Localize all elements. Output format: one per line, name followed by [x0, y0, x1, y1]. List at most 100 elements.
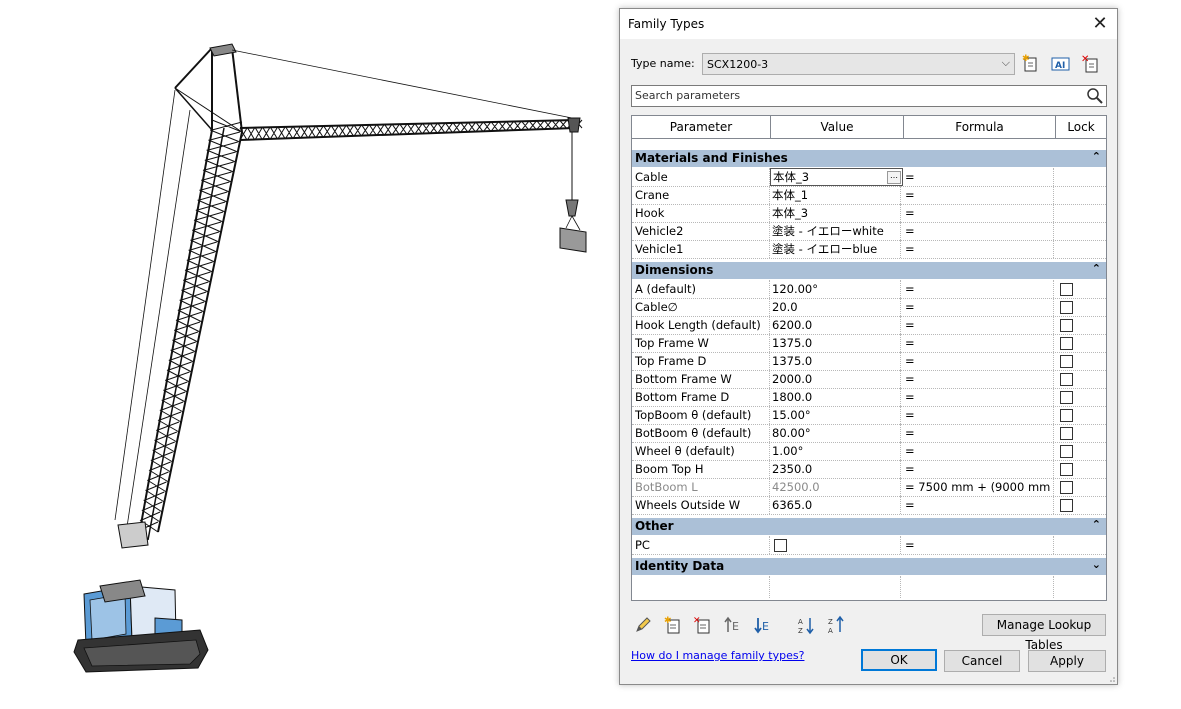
cancel-button[interactable]: Cancel	[944, 650, 1020, 672]
search-parameters-input[interactable]: Search parameters	[631, 85, 1107, 107]
param-row[interactable]: Bottom Frame D 1800.0 =	[632, 388, 1106, 407]
lock-checkbox[interactable]	[1060, 355, 1073, 368]
expand-chevron-icon[interactable]: ⌄	[1092, 558, 1101, 571]
param-formula[interactable]: =	[904, 222, 1054, 240]
param-row-calculated[interactable]: BotBoom L 42500.0 = 7500 mm + (9000 mm *…	[632, 478, 1106, 497]
delete-type-icon[interactable]: ✕	[1080, 53, 1102, 75]
param-row[interactable]: Hook 本体_3 =	[632, 204, 1106, 223]
param-value[interactable]: 塗装 - イエローblue	[770, 240, 901, 258]
column-header-formula[interactable]: Formula	[904, 116, 1056, 138]
param-value[interactable]: 15.00°	[770, 406, 901, 424]
lock-checkbox[interactable]	[1060, 337, 1073, 350]
lock-checkbox[interactable]	[1060, 445, 1073, 458]
browse-ellipsis-icon[interactable]: …	[887, 171, 901, 184]
column-header-parameter[interactable]: Parameter	[632, 116, 771, 138]
param-row[interactable]: A (default) 120.00° =	[632, 280, 1106, 299]
param-formula[interactable]: =	[904, 280, 1054, 298]
pc-checkbox[interactable]	[774, 539, 787, 552]
lock-checkbox[interactable]	[1060, 463, 1073, 476]
param-value[interactable]: 1800.0	[770, 388, 901, 406]
param-row[interactable]: PC =	[632, 536, 1106, 555]
param-value[interactable]: 80.00°	[770, 424, 901, 442]
delete-parameter-icon[interactable]: ✕	[693, 615, 713, 635]
param-value[interactable]: 20.0	[770, 298, 901, 316]
param-row[interactable]: Wheel θ (default) 1.00° =	[632, 442, 1106, 461]
value-cell-selected[interactable]: 本体_3 …	[770, 168, 903, 186]
param-value[interactable]: 6200.0	[770, 316, 901, 334]
param-value[interactable]: 塗装 - イエローwhite	[770, 222, 901, 240]
resize-grip-icon[interactable]	[1107, 674, 1115, 682]
lock-checkbox[interactable]	[1060, 427, 1073, 440]
lock-checkbox[interactable]	[1060, 391, 1073, 404]
param-value[interactable]: 1375.0	[770, 352, 901, 370]
move-up-icon[interactable]: E	[723, 615, 743, 635]
new-type-icon[interactable]: ✱	[1020, 53, 1042, 75]
param-formula[interactable]: =	[904, 424, 1054, 442]
param-formula[interactable]: =	[904, 460, 1054, 478]
param-row[interactable]: Wheels Outside W 6365.0 =	[632, 496, 1106, 515]
group-materials-and-finishes[interactable]: Materials and Finishes ⌃	[632, 150, 1106, 167]
group-dimensions[interactable]: Dimensions ⌃	[632, 262, 1106, 279]
param-row[interactable]: Vehicle1 塗装 - イエローblue =	[632, 240, 1106, 259]
lock-checkbox[interactable]	[1060, 301, 1073, 314]
param-value[interactable]: 2000.0	[770, 370, 901, 388]
param-value[interactable]: 1.00°	[770, 442, 901, 460]
param-value[interactable]: 本体_1	[770, 186, 901, 204]
collapse-chevron-icon[interactable]: ⌃	[1092, 518, 1101, 531]
param-row[interactable]: Boom Top H 2350.0 =	[632, 460, 1106, 479]
param-value[interactable]: 2350.0	[770, 460, 901, 478]
param-row[interactable]: Hook Length (default) 6200.0 =	[632, 316, 1106, 335]
ok-button[interactable]: OK	[861, 649, 937, 671]
column-header-lock[interactable]: Lock	[1056, 116, 1106, 138]
apply-button[interactable]: Apply	[1028, 650, 1106, 672]
param-row[interactable]: Bottom Frame W 2000.0 =	[632, 370, 1106, 389]
param-value[interactable]: 6365.0	[770, 496, 901, 514]
sort-descending-icon[interactable]: ZA	[827, 615, 847, 635]
lock-checkbox[interactable]	[1060, 481, 1073, 494]
param-formula[interactable]: =	[904, 334, 1054, 352]
collapse-chevron-icon[interactable]: ⌃	[1092, 150, 1101, 163]
param-value[interactable]: 120.00°	[770, 280, 901, 298]
param-formula[interactable]: =	[904, 496, 1054, 514]
param-formula[interactable]: =	[904, 388, 1054, 406]
param-row[interactable]: Crane 本体_1 =	[632, 186, 1106, 205]
close-icon[interactable]: ✕	[1089, 13, 1111, 35]
param-formula[interactable]: = 7500 mm + (9000 mm * 3)	[904, 478, 1054, 496]
param-formula[interactable]: =	[904, 406, 1054, 424]
manage-lookup-tables-button[interactable]: Manage Lookup Tables	[982, 614, 1106, 652]
lock-checkbox[interactable]	[1060, 409, 1073, 422]
param-row[interactable]: Top Frame W 1375.0 =	[632, 334, 1106, 353]
param-value[interactable]: 1375.0	[770, 334, 901, 352]
move-down-icon[interactable]: E	[753, 615, 773, 635]
rename-type-icon[interactable]: AI	[1050, 53, 1072, 75]
param-formula[interactable]: =	[904, 204, 1054, 222]
param-value[interactable]: 本体_3	[770, 204, 901, 222]
lock-checkbox[interactable]	[1060, 499, 1073, 512]
param-formula[interactable]: =	[904, 536, 1054, 554]
sort-ascending-icon[interactable]: AZ	[797, 615, 817, 635]
lock-checkbox[interactable]	[1060, 319, 1073, 332]
param-row[interactable]: Cable∅ 20.0 =	[632, 298, 1106, 317]
group-identity-data[interactable]: Identity Data ⌄	[632, 558, 1106, 575]
param-formula[interactable]: =	[904, 442, 1054, 460]
type-name-dropdown[interactable]: SCX1200-3 ⌵	[702, 53, 1015, 75]
search-icon[interactable]	[1086, 87, 1104, 105]
help-link[interactable]: How do I manage family types?	[631, 649, 804, 662]
param-formula[interactable]: =	[904, 352, 1054, 370]
param-formula[interactable]: =	[904, 370, 1054, 388]
param-row[interactable]: Cable 本体_3 … =	[632, 168, 1106, 187]
param-formula[interactable]: =	[904, 186, 1054, 204]
param-row[interactable]: Top Frame D 1375.0 =	[632, 352, 1106, 371]
param-formula[interactable]: =	[904, 298, 1054, 316]
column-header-value[interactable]: Value	[771, 116, 904, 138]
param-formula[interactable]: =	[904, 240, 1054, 258]
param-formula[interactable]: =	[904, 168, 1054, 186]
group-other[interactable]: Other ⌃	[632, 518, 1106, 535]
param-formula[interactable]: =	[904, 316, 1054, 334]
new-parameter-icon[interactable]: ✱	[663, 615, 683, 635]
collapse-chevron-icon[interactable]: ⌃	[1092, 262, 1101, 275]
param-row[interactable]: BotBoom θ (default) 80.00° =	[632, 424, 1106, 443]
lock-checkbox[interactable]	[1060, 283, 1073, 296]
param-row[interactable]: Vehicle2 塗装 - イエローwhite =	[632, 222, 1106, 241]
edit-parameter-icon[interactable]	[633, 615, 653, 635]
